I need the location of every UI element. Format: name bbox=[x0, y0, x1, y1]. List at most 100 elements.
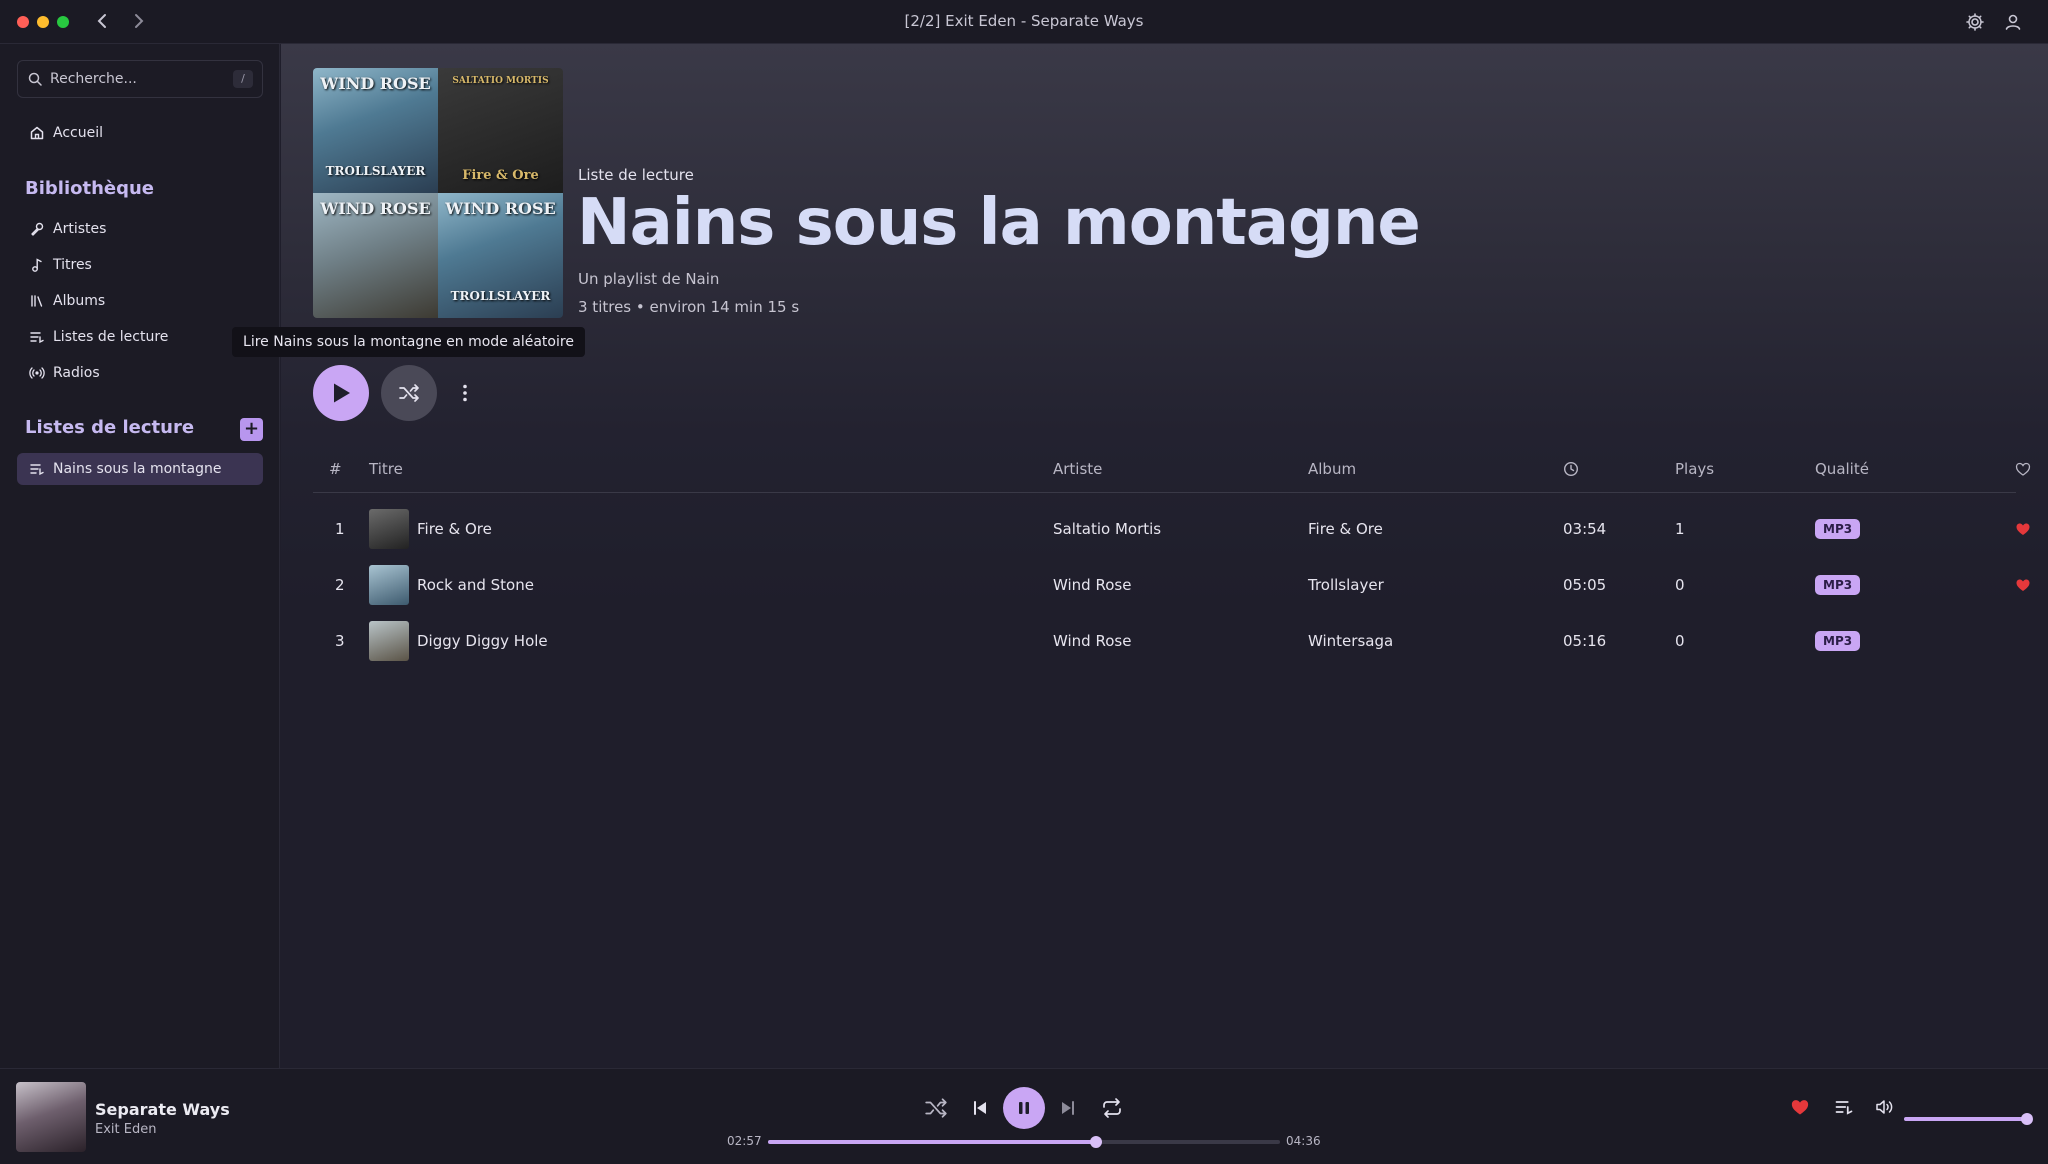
sidebar-item-home[interactable]: Accueil bbox=[17, 117, 263, 149]
now-playing-title[interactable]: Separate Ways bbox=[95, 1100, 230, 1119]
home-icon bbox=[30, 126, 44, 140]
sidebar-item-label: Titres bbox=[53, 257, 92, 273]
track-thumbnail bbox=[369, 621, 409, 661]
quality-badge: MP3 bbox=[1815, 575, 1861, 595]
next-button[interactable] bbox=[1056, 1096, 1080, 1120]
track-album[interactable]: Wintersaga bbox=[1308, 632, 1393, 650]
track-duration: 03:54 bbox=[1563, 520, 1607, 538]
volume-slider[interactable] bbox=[1904, 1113, 2033, 1125]
track-artist[interactable]: Saltatio Mortis bbox=[1053, 520, 1161, 538]
cover-text: SALTATIO MORTIS bbox=[452, 76, 549, 86]
heart-outline-icon bbox=[2015, 462, 2031, 476]
cover-art-fire-and-ore: SALTATIO MORTIS Fire & Ore bbox=[438, 68, 563, 193]
user-button[interactable] bbox=[2001, 10, 2025, 34]
like-button[interactable] bbox=[1790, 1097, 1814, 1121]
more-options-button[interactable] bbox=[453, 381, 477, 405]
playlist-meta: 3 titres • environ 14 min 15 s bbox=[578, 298, 800, 316]
track-title[interactable]: Rock and Stone bbox=[417, 576, 534, 594]
more-vertical-icon bbox=[463, 384, 467, 402]
cover-text: WIND ROSE bbox=[320, 199, 431, 218]
settings-button[interactable] bbox=[1963, 10, 1987, 34]
now-playing-artwork[interactable] bbox=[16, 1082, 86, 1152]
track-album[interactable]: Fire & Ore bbox=[1308, 520, 1383, 538]
sidebar-item-tracks[interactable]: Titres bbox=[17, 249, 263, 281]
shuffle-button[interactable] bbox=[924, 1096, 948, 1120]
search-input[interactable] bbox=[50, 61, 220, 97]
sidebar-item-label: Radios bbox=[53, 365, 100, 381]
add-playlist-button[interactable]: + bbox=[240, 418, 263, 441]
table-row[interactable]: 3 Diggy Diggy Hole Wind Rose Wintersaga … bbox=[313, 616, 2016, 668]
volume-icon bbox=[1876, 1100, 1893, 1114]
elapsed-time: 02:57 bbox=[727, 1134, 762, 1148]
shuffle-icon bbox=[925, 1098, 947, 1118]
volume-handle[interactable] bbox=[2021, 1113, 2033, 1125]
track-artist[interactable]: Wind Rose bbox=[1053, 576, 1131, 594]
playlist-type-label: Liste de lecture bbox=[578, 166, 694, 184]
column-favorite[interactable] bbox=[2015, 461, 2031, 481]
track-title[interactable]: Fire & Ore bbox=[417, 520, 492, 538]
column-artist[interactable]: Artiste bbox=[1053, 460, 1102, 478]
heart-filled-icon bbox=[1791, 1100, 1809, 1115]
playlist-icon bbox=[30, 464, 44, 476]
sidebar-item-label: Listes de lecture bbox=[53, 329, 169, 345]
track-table-header: # Titre Artiste Album Plays Qualité bbox=[313, 448, 2031, 493]
volume-button[interactable] bbox=[1874, 1097, 1898, 1121]
queue-button[interactable] bbox=[1834, 1097, 1858, 1121]
playlist-icon bbox=[30, 332, 44, 344]
cover-art-trollslayer: WIND ROSE TROLLSLAYER bbox=[438, 193, 563, 318]
track-artist[interactable]: Wind Rose bbox=[1053, 632, 1131, 650]
play-playlist-button[interactable] bbox=[313, 365, 369, 421]
column-album[interactable]: Album bbox=[1308, 460, 1356, 478]
track-plays: 1 bbox=[1675, 520, 1685, 538]
sidebar-item-artists[interactable]: Artistes bbox=[17, 213, 263, 245]
pause-icon bbox=[1019, 1102, 1029, 1114]
shuffle-playlist-button[interactable] bbox=[381, 365, 437, 421]
column-duration[interactable] bbox=[1563, 461, 1579, 481]
track-index: 3 bbox=[335, 632, 345, 650]
sidebar-playlist-item[interactable]: Nains sous la montagne bbox=[17, 453, 263, 485]
cover-text: TROLLSLAYER bbox=[450, 289, 551, 303]
previous-button[interactable] bbox=[968, 1096, 992, 1120]
favorite-button[interactable] bbox=[2015, 577, 2031, 597]
cover-text: WIND ROSE bbox=[445, 199, 556, 218]
queue-icon bbox=[1835, 1101, 1853, 1115]
radio-icon bbox=[29, 367, 45, 379]
column-index[interactable]: # bbox=[329, 460, 342, 478]
heart-filled-icon bbox=[2016, 579, 2030, 591]
sidebar-item-albums[interactable]: Albums bbox=[17, 285, 263, 317]
track-plays: 0 bbox=[1675, 576, 1685, 594]
progress-bar[interactable] bbox=[768, 1136, 1280, 1148]
column-title[interactable]: Titre bbox=[369, 460, 403, 478]
playlist-owner: Un playlist de Nain bbox=[578, 270, 720, 288]
progress-handle[interactable] bbox=[1089, 1136, 1102, 1148]
sidebar-item-radios[interactable]: Radios bbox=[17, 357, 263, 389]
search-box[interactable]: / bbox=[17, 60, 263, 98]
main-content: WIND ROSE TROLLSLAYER SALTATIO MORTIS Fi… bbox=[232, 44, 2048, 1068]
column-quality[interactable]: Qualité bbox=[1815, 460, 1869, 478]
page-title: Nains sous la montagne bbox=[577, 186, 1421, 260]
total-time: 04:36 bbox=[1286, 1134, 1321, 1148]
track-title[interactable]: Diggy Diggy Hole bbox=[417, 632, 548, 650]
music-note-icon bbox=[32, 258, 42, 272]
favorite-button[interactable] bbox=[2015, 521, 2031, 541]
skip-back-icon bbox=[974, 1101, 986, 1115]
shuffle-icon bbox=[399, 384, 419, 402]
title-bar: [2/2] Exit Eden - Separate Ways bbox=[0, 0, 2048, 44]
now-playing-artist[interactable]: Exit Eden bbox=[95, 1122, 156, 1137]
pause-button[interactable] bbox=[1003, 1087, 1045, 1129]
track-duration: 05:16 bbox=[1563, 632, 1607, 650]
column-plays[interactable]: Plays bbox=[1675, 460, 1714, 478]
heart-filled-icon bbox=[2016, 523, 2030, 535]
table-row[interactable]: 2 Rock and Stone Wind Rose Trollslayer 0… bbox=[313, 560, 2030, 612]
quality-badge: MP3 bbox=[1815, 519, 1861, 539]
search-icon bbox=[28, 72, 42, 86]
sidebar-item-label: Accueil bbox=[53, 125, 103, 141]
library-icon bbox=[31, 295, 43, 307]
repeat-button[interactable] bbox=[1100, 1096, 1124, 1120]
table-row[interactable]: 1 Fire & Ore Saltatio Mortis Fire & Ore … bbox=[313, 504, 2030, 556]
track-album[interactable]: Trollslayer bbox=[1308, 576, 1384, 594]
cover-art-wintersaga: WIND ROSE bbox=[313, 193, 438, 318]
volume-fill bbox=[1904, 1117, 2027, 1121]
window-title: [2/2] Exit Eden - Separate Ways bbox=[904, 12, 1144, 30]
sidebar-item-playlists[interactable]: Listes de lecture bbox=[17, 321, 263, 353]
